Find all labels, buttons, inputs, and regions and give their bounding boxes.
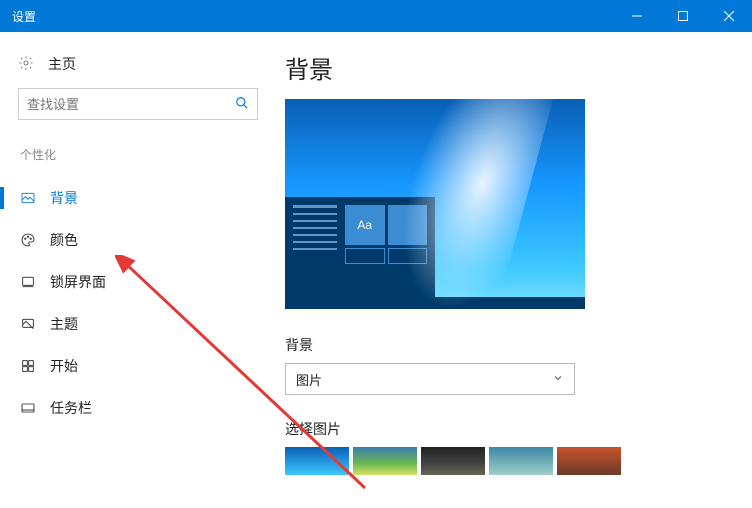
gear-icon xyxy=(18,55,34,74)
thumbnail-5[interactable] xyxy=(557,447,621,475)
palette-icon xyxy=(20,232,36,248)
sidebar-item-label: 锁屏界面 xyxy=(50,272,106,292)
preview-taskbar xyxy=(285,297,585,309)
titlebar: 设置 xyxy=(0,0,752,32)
sidebar-item-label: 开始 xyxy=(50,356,78,376)
window-title: 设置 xyxy=(12,8,614,25)
thumbnail-1[interactable] xyxy=(285,447,349,475)
sidebar-item-label: 任务栏 xyxy=(50,398,92,418)
start-icon xyxy=(20,358,36,374)
page-title: 背景 xyxy=(285,50,752,85)
background-type-label: 背景 xyxy=(285,335,752,355)
theme-icon xyxy=(20,316,36,332)
main-panel: 背景 Aa 背景 图片 选择图片 xyxy=(265,32,752,508)
sidebar-item-label: 背景 xyxy=(50,188,78,208)
sidebar-item-taskbar[interactable]: 任务栏 xyxy=(18,387,265,429)
choose-picture-label: 选择图片 xyxy=(285,419,752,439)
taskbar-icon xyxy=(20,400,36,416)
lockscreen-icon xyxy=(20,274,36,290)
search-icon xyxy=(235,96,249,113)
background-preview: Aa xyxy=(285,99,585,309)
home-button[interactable]: 主页 xyxy=(18,48,265,88)
sidebar-item-label: 颜色 xyxy=(50,230,78,250)
dropdown-value: 图片 xyxy=(296,370,552,389)
background-type-dropdown[interactable]: 图片 xyxy=(285,363,575,395)
maximize-button[interactable] xyxy=(660,0,706,32)
thumbnail-4[interactable] xyxy=(489,447,553,475)
picture-thumbnails xyxy=(285,447,752,475)
thumbnail-3[interactable] xyxy=(421,447,485,475)
picture-icon xyxy=(20,190,36,206)
search-input[interactable] xyxy=(27,97,235,112)
preview-startmenu: Aa xyxy=(285,197,435,297)
sidebar-item-colors[interactable]: 颜色 xyxy=(18,219,265,261)
thumbnail-2[interactable] xyxy=(353,447,417,475)
sidebar: 主页 个性化 背景 颜色 锁屏界面 主题 开始 xyxy=(0,32,265,508)
sidebar-item-start[interactable]: 开始 xyxy=(18,345,265,387)
close-button[interactable] xyxy=(706,0,752,32)
sidebar-item-themes[interactable]: 主题 xyxy=(18,303,265,345)
home-label: 主页 xyxy=(48,54,76,74)
sidebar-section-label: 个性化 xyxy=(18,146,265,163)
chevron-down-icon xyxy=(552,372,564,387)
sidebar-item-background[interactable]: 背景 xyxy=(18,177,265,219)
search-box[interactable] xyxy=(18,88,258,120)
preview-tile-aa: Aa xyxy=(345,205,385,245)
minimize-button[interactable] xyxy=(614,0,660,32)
sidebar-item-lockscreen[interactable]: 锁屏界面 xyxy=(18,261,265,303)
sidebar-item-label: 主题 xyxy=(50,314,78,334)
